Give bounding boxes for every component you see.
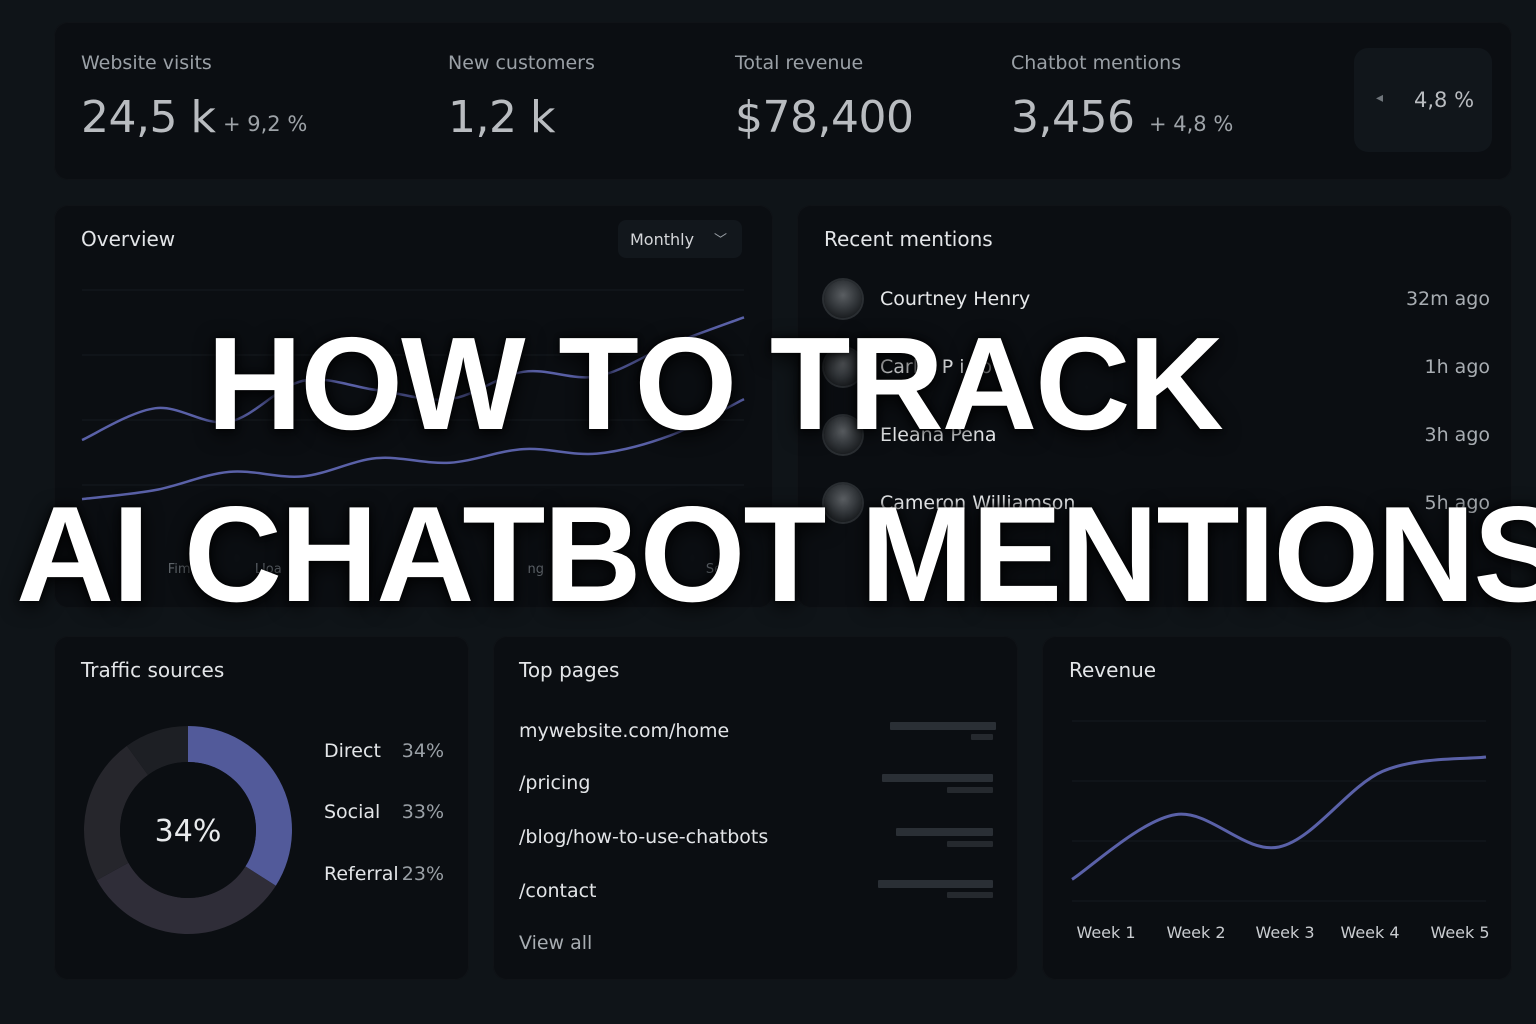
traffic-donut-chart: 34% bbox=[84, 726, 292, 934]
legend-item: Direct 34% bbox=[324, 740, 444, 766]
top-pages-card: Top pages mywebsite.com/home /pricing /b… bbox=[493, 636, 1018, 980]
x-tick-label: Jo bbox=[83, 562, 96, 577]
page-bar-secondary bbox=[947, 841, 993, 847]
x-tick-label: Week 4 bbox=[1340, 923, 1399, 942]
stat-label: Total revenue bbox=[735, 52, 864, 74]
legend-value: 33% bbox=[401, 801, 444, 823]
legend-name: Referral bbox=[324, 863, 399, 885]
x-tick-label: Lloa bbox=[255, 562, 282, 577]
mention-item[interactable]: Courtney Henry 32m ago bbox=[824, 278, 1490, 322]
stat-label: Website visits bbox=[81, 52, 212, 74]
stat-extra-value: 4,8 % bbox=[1414, 88, 1475, 112]
legend-item: Social 33% bbox=[324, 801, 444, 827]
avatar bbox=[824, 416, 862, 454]
stat-delta: + 4,8 % bbox=[1149, 112, 1234, 136]
donut-center-label: 34% bbox=[155, 814, 222, 849]
stat-label: Chatbot mentions bbox=[1011, 52, 1182, 74]
mention-time: 32m ago bbox=[1405, 288, 1490, 310]
page-link[interactable]: mywebsite.com/home bbox=[519, 720, 729, 742]
x-tick-label: Week 3 bbox=[1255, 923, 1314, 942]
traffic-sources-card: Traffic sources 34% Direct 34% Social 33… bbox=[54, 636, 469, 980]
x-tick-label: ng bbox=[527, 562, 544, 577]
avatar bbox=[824, 280, 862, 318]
stat-value: 24,5 k bbox=[81, 92, 216, 143]
series-line bbox=[81, 397, 745, 501]
legend-item: Referral 23% bbox=[324, 863, 444, 889]
page-bar bbox=[896, 828, 993, 836]
avatar bbox=[824, 484, 862, 522]
x-tick-label: Ip bbox=[351, 562, 363, 577]
series-line bbox=[81, 316, 745, 442]
recent-mentions-card: Recent mentions Courtney Henry 32m ago C… bbox=[797, 205, 1512, 608]
page-link[interactable]: /pricing bbox=[519, 772, 590, 794]
legend-value: 34% bbox=[401, 740, 444, 762]
top-pages-title: Top pages bbox=[519, 658, 620, 682]
x-tick-label: Week 5 bbox=[1430, 923, 1489, 942]
period-select-label: Monthly bbox=[630, 230, 695, 249]
x-tick-label: Week 1 bbox=[1076, 923, 1135, 942]
mention-name: Courtney Henry bbox=[880, 288, 1031, 310]
page-bar bbox=[878, 880, 993, 888]
overview-title: Overview bbox=[81, 227, 176, 251]
page-link[interactable]: /contact bbox=[519, 880, 597, 902]
chevron-down-icon: ﹀ bbox=[714, 233, 728, 248]
revenue-card: Week 1 Week 2 Week 3 Week 4 Week 5 Revenue bbox=[1042, 636, 1512, 980]
arrow-left-icon: ◂ bbox=[1376, 90, 1384, 106]
traffic-sources-title: Traffic sources bbox=[81, 658, 225, 682]
mention-item[interactable]: Cameron Williamson 5h ago bbox=[824, 482, 1490, 526]
stat-value: 3,456 bbox=[1011, 92, 1135, 143]
stat-value: $78,400 bbox=[735, 92, 914, 143]
overview-card: Jo Fim Lloa Ip 08 ng on Se Overview Monthly ﹀ bbox=[54, 205, 773, 608]
mention-time: 1h ago bbox=[1424, 356, 1491, 378]
x-tick-label: on bbox=[617, 562, 633, 577]
stat-value: 1,2 k bbox=[448, 92, 555, 143]
legend-name: Direct bbox=[324, 740, 381, 762]
mention-item[interactable]: Carl e P i so 1h ago bbox=[824, 346, 1490, 390]
page-bar-secondary bbox=[947, 787, 993, 793]
page-link[interactable]: /blog/how-to-use-chatbots bbox=[519, 826, 768, 848]
view-all-link[interactable]: View all bbox=[519, 932, 592, 954]
mention-time: 3h ago bbox=[1424, 424, 1491, 446]
legend-name: Social bbox=[324, 801, 381, 823]
stats-bar: Website visits 24,5 k + 9,2 % New custom… bbox=[54, 22, 1512, 180]
period-select[interactable]: Monthly ﹀ bbox=[618, 220, 742, 258]
page-bar-secondary bbox=[971, 734, 993, 740]
x-tick-label: Week 2 bbox=[1166, 923, 1225, 942]
revenue-chart: Week 1 Week 2 Week 3 Week 4 Week 5 bbox=[1071, 720, 1490, 942]
mention-name: Carl e P i so bbox=[880, 356, 993, 378]
page-bar bbox=[882, 774, 993, 782]
revenue-title: Revenue bbox=[1069, 658, 1157, 682]
avatar bbox=[824, 348, 862, 386]
legend-value: 23% bbox=[401, 863, 444, 885]
stat-delta: + 9,2 % bbox=[223, 112, 308, 136]
stat-extra-card: ◂ 4,8 % bbox=[1354, 48, 1492, 152]
overview-chart: Jo Fim Lloa Ip 08 ng on Se bbox=[81, 289, 745, 577]
stat-label: New customers bbox=[448, 52, 595, 74]
x-tick-label: 08 bbox=[438, 562, 455, 577]
recent-mentions-title: Recent mentions bbox=[824, 227, 993, 251]
page-bar bbox=[890, 722, 996, 730]
revenue-line bbox=[1071, 755, 1487, 881]
x-tick-label: Fim bbox=[168, 562, 191, 577]
mention-time: 5h ago bbox=[1424, 492, 1491, 514]
mention-name: Eleana Pena bbox=[880, 424, 997, 446]
mention-item[interactable]: Eleana Pena 3h ago bbox=[824, 414, 1490, 458]
page-bar-secondary bbox=[947, 892, 993, 898]
x-tick-label: Se bbox=[706, 562, 722, 577]
mention-name: Cameron Williamson bbox=[880, 492, 1076, 514]
